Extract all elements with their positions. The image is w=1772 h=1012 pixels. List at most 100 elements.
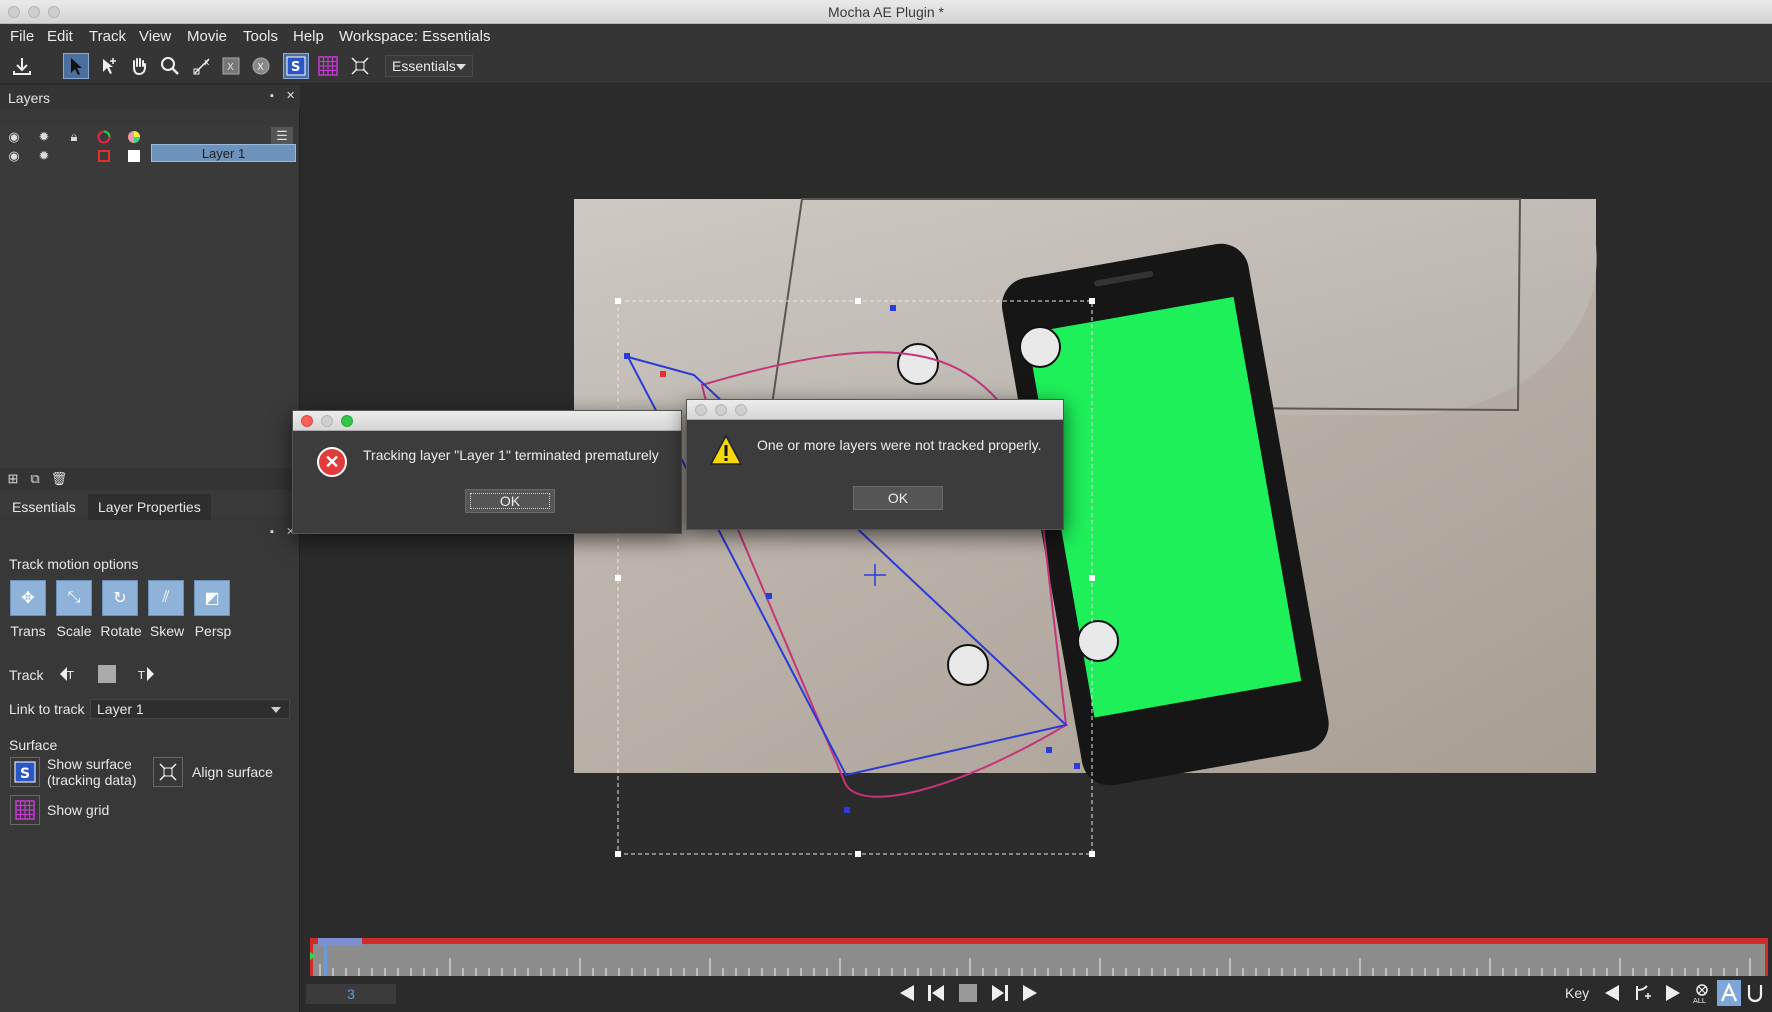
show-surface-button[interactable]: S	[10, 757, 40, 787]
gear-icon[interactable]: ✹	[35, 128, 53, 146]
current-frame-field[interactable]: 3	[306, 984, 396, 1004]
show-grid-icon[interactable]	[315, 53, 341, 79]
menu-help[interactable]: Help	[293, 28, 324, 45]
previous-keyframe-icon[interactable]	[1600, 980, 1624, 1006]
layer-tools-bar: ⊞ ⧉ 🗑︎	[0, 468, 298, 490]
show-surface-icon[interactable]: S	[283, 53, 309, 79]
x-spline-tool-icon[interactable]: X	[218, 53, 244, 79]
skew-button[interactable]: ⫽	[148, 580, 184, 616]
svg-text:S: S	[20, 766, 30, 782]
save-icon[interactable]	[9, 53, 35, 79]
link-to-track-select[interactable]: Layer 1	[90, 699, 290, 719]
error-icon: ✕	[317, 447, 347, 477]
align-surface-button[interactable]	[153, 757, 183, 787]
transform-tool-icon[interactable]: x	[189, 53, 215, 79]
track-label: Track	[9, 667, 44, 683]
layer-gear-icon[interactable]: ✹	[35, 147, 53, 165]
svg-text:S: S	[291, 60, 300, 75]
link-to-track-label: Link to track	[9, 701, 85, 717]
persp-button[interactable]: ◩	[194, 580, 230, 616]
scale-label: Scale	[56, 623, 92, 639]
hand-tool-icon[interactable]	[126, 53, 152, 79]
close-panel-icon[interactable]: ✕	[286, 91, 296, 102]
show-grid-button[interactable]	[10, 795, 40, 825]
scale-button[interactable]: ⤡	[56, 580, 92, 616]
rotate-label: Rotate	[100, 623, 142, 639]
menubar: File Edit Track View Movie Tools Help Wo…	[0, 24, 1772, 48]
eye-icon[interactable]: ◉	[5, 128, 23, 146]
float-panel-icon[interactable]: ▪	[270, 91, 280, 102]
zoom-dialog-button[interactable]	[341, 415, 353, 427]
menu-movie[interactable]: Movie	[187, 28, 227, 45]
workspace-select-value: Essentials	[392, 58, 456, 74]
layer-matte-swatch[interactable]	[125, 147, 143, 165]
perspective-icon: ◩	[204, 590, 220, 607]
track-forward-icon[interactable]: T	[135, 662, 159, 686]
rotate-button[interactable]: ↻	[102, 580, 138, 616]
stop-icon[interactable]	[956, 980, 980, 1006]
stop-tracking-icon[interactable]	[95, 662, 119, 686]
align-surface-icon[interactable]	[347, 53, 373, 79]
key-label: Key	[1565, 985, 1590, 1001]
link-to-track-value: Layer 1	[97, 701, 144, 717]
new-layer-icon[interactable]: ⊞	[4, 470, 22, 488]
play-forward-icon[interactable]	[1018, 980, 1042, 1006]
skew-icon: ⫽	[162, 589, 170, 606]
menu-file[interactable]: File	[10, 28, 34, 45]
error-message: Tracking layer "Layer 1" terminated prem…	[363, 447, 659, 463]
layer-name-layer-1[interactable]: Layer 1	[151, 144, 296, 162]
error-ok-button[interactable]: OK	[465, 489, 555, 513]
tab-essentials[interactable]: Essentials	[2, 494, 86, 520]
menu-tools[interactable]: Tools	[243, 28, 278, 45]
float-properties-icon[interactable]: ▪	[270, 527, 280, 538]
visibility-eye-icon[interactable]: ◉	[5, 147, 23, 165]
minimize-dialog-button[interactable]	[715, 404, 727, 416]
menu-view[interactable]: View	[139, 28, 171, 45]
delete-layer-icon[interactable]: 🗑︎	[50, 470, 68, 488]
show-grid-label: Show grid	[47, 802, 110, 818]
uberkey-icon[interactable]	[1743, 980, 1767, 1006]
translate-icon: ✥	[21, 590, 35, 607]
step-backward-icon[interactable]	[924, 980, 948, 1006]
timeline[interactable]	[310, 938, 1768, 976]
select-point-tool-icon[interactable]	[96, 53, 122, 79]
delete-all-keyframes-icon[interactable]: ALL	[1690, 980, 1714, 1006]
error-dialog: ✕ Tracking layer "Layer 1" terminated pr…	[292, 410, 682, 534]
layers-list: ◉ ✹ 🔒︎ ☰ ◉ ✹	[0, 125, 298, 515]
add-keyframe-icon[interactable]	[1630, 980, 1654, 1006]
close-dialog-button[interactable]	[695, 404, 707, 416]
color-wheel-icon[interactable]	[125, 128, 143, 146]
duplicate-layer-icon[interactable]: ⧉	[26, 470, 44, 488]
scale-icon: ⤡	[67, 589, 81, 606]
track-motion-options-label: Track motion options	[9, 556, 139, 572]
layer-menu-icon[interactable]: ☰	[271, 127, 293, 145]
select-tool-icon[interactable]	[63, 53, 89, 79]
align-surface-label: Align surface	[192, 764, 273, 780]
skew-label: Skew	[149, 623, 185, 639]
zoom-tool-icon[interactable]	[157, 53, 183, 79]
track-backward-icon[interactable]: T	[55, 662, 79, 686]
warning-ok-button[interactable]: OK	[853, 486, 943, 510]
workspace-select[interactable]: Essentials	[385, 55, 473, 77]
step-forward-icon[interactable]	[988, 980, 1012, 1006]
color-circle-icon[interactable]	[95, 128, 113, 146]
next-keyframe-icon[interactable]	[1661, 980, 1685, 1006]
play-backward-icon[interactable]	[895, 980, 919, 1006]
menu-workspace[interactable]: Workspace: Essentials	[339, 28, 490, 45]
close-dialog-button[interactable]	[301, 415, 313, 427]
autokey-icon[interactable]	[1717, 980, 1741, 1006]
menu-edit[interactable]: Edit	[47, 28, 73, 45]
layer-color-swatch[interactable]	[95, 147, 113, 165]
bezier-tool-icon[interactable]: X	[248, 53, 274, 79]
zoom-dialog-button[interactable]	[735, 404, 747, 416]
tab-layer-properties[interactable]: Layer Properties	[88, 494, 211, 520]
properties-tabs: Essentials Layer Properties	[0, 494, 298, 520]
menu-track[interactable]: Track	[89, 28, 126, 45]
warning-dialog: One or more layers were not tracked prop…	[686, 399, 1064, 530]
lock-icon[interactable]: 🔒︎	[65, 128, 83, 146]
trans-label: Trans	[10, 623, 46, 639]
minimize-dialog-button[interactable]	[321, 415, 333, 427]
warning-ok-label: OK	[887, 490, 909, 506]
warning-dialog-titlebar	[687, 400, 1063, 420]
trans-button[interactable]: ✥	[10, 580, 46, 616]
